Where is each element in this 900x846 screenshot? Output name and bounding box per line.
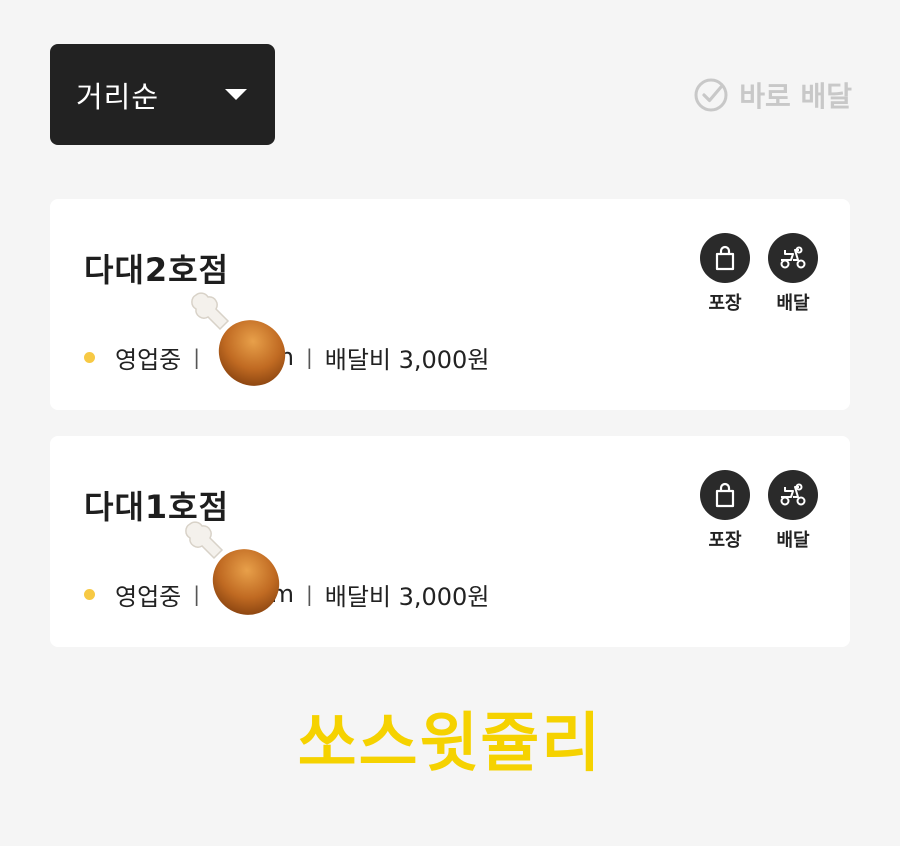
shopping-bag-icon: [700, 470, 750, 520]
store-name: 다대2호점: [84, 251, 230, 289]
service-icons: 포장 배달: [700, 233, 818, 315]
service-icons: 포장 배달: [700, 470, 818, 552]
divider: |: [306, 345, 313, 369]
status-dot: [84, 588, 95, 600]
scooter-icon: [768, 470, 818, 520]
store-card[interactable]: 다대2호점 영업중 | m | 배달비 3,000원 포장: [50, 199, 850, 410]
store-meta: 영업중 | m | 배달비 3,000원: [84, 576, 489, 612]
scooter-icon: [768, 233, 818, 283]
service-takeout: 포장: [700, 470, 750, 552]
sort-dropdown[interactable]: 거리순: [50, 44, 275, 145]
service-label: 배달: [776, 530, 810, 551]
service-label: 배달: [776, 293, 810, 314]
service-label: 포장: [708, 293, 742, 314]
instant-delivery-toggle[interactable]: 바로 배달: [693, 76, 852, 114]
divider: |: [306, 582, 313, 606]
watermark: 쏘스윗쥴리: [297, 707, 603, 781]
shopping-bag-icon: [700, 233, 750, 283]
delivery-fee: 배달비 3,000원: [324, 582, 490, 611]
service-takeout: 포장: [700, 233, 750, 315]
check-circle-icon: [694, 78, 728, 112]
delivery-fee: 배달비 3,000원: [324, 345, 490, 374]
store-status: 영업중: [115, 345, 182, 374]
store-card[interactable]: 다대1호점 영업중 | m | 배달비 3,000원 포장 배달: [50, 436, 850, 647]
status-dot: [84, 351, 95, 363]
instant-delivery-label: 바로 배달: [739, 80, 852, 113]
service-delivery: 배달: [768, 233, 818, 315]
service-label: 포장: [708, 530, 742, 551]
chevron-down-icon: [225, 89, 247, 100]
sort-dropdown-label: 거리순: [76, 79, 160, 114]
service-delivery: 배달: [768, 470, 818, 552]
store-status: 영업중: [115, 582, 182, 611]
chicken-drumstick-icon: [185, 521, 280, 615]
chicken-drumstick-icon: [191, 292, 286, 386]
